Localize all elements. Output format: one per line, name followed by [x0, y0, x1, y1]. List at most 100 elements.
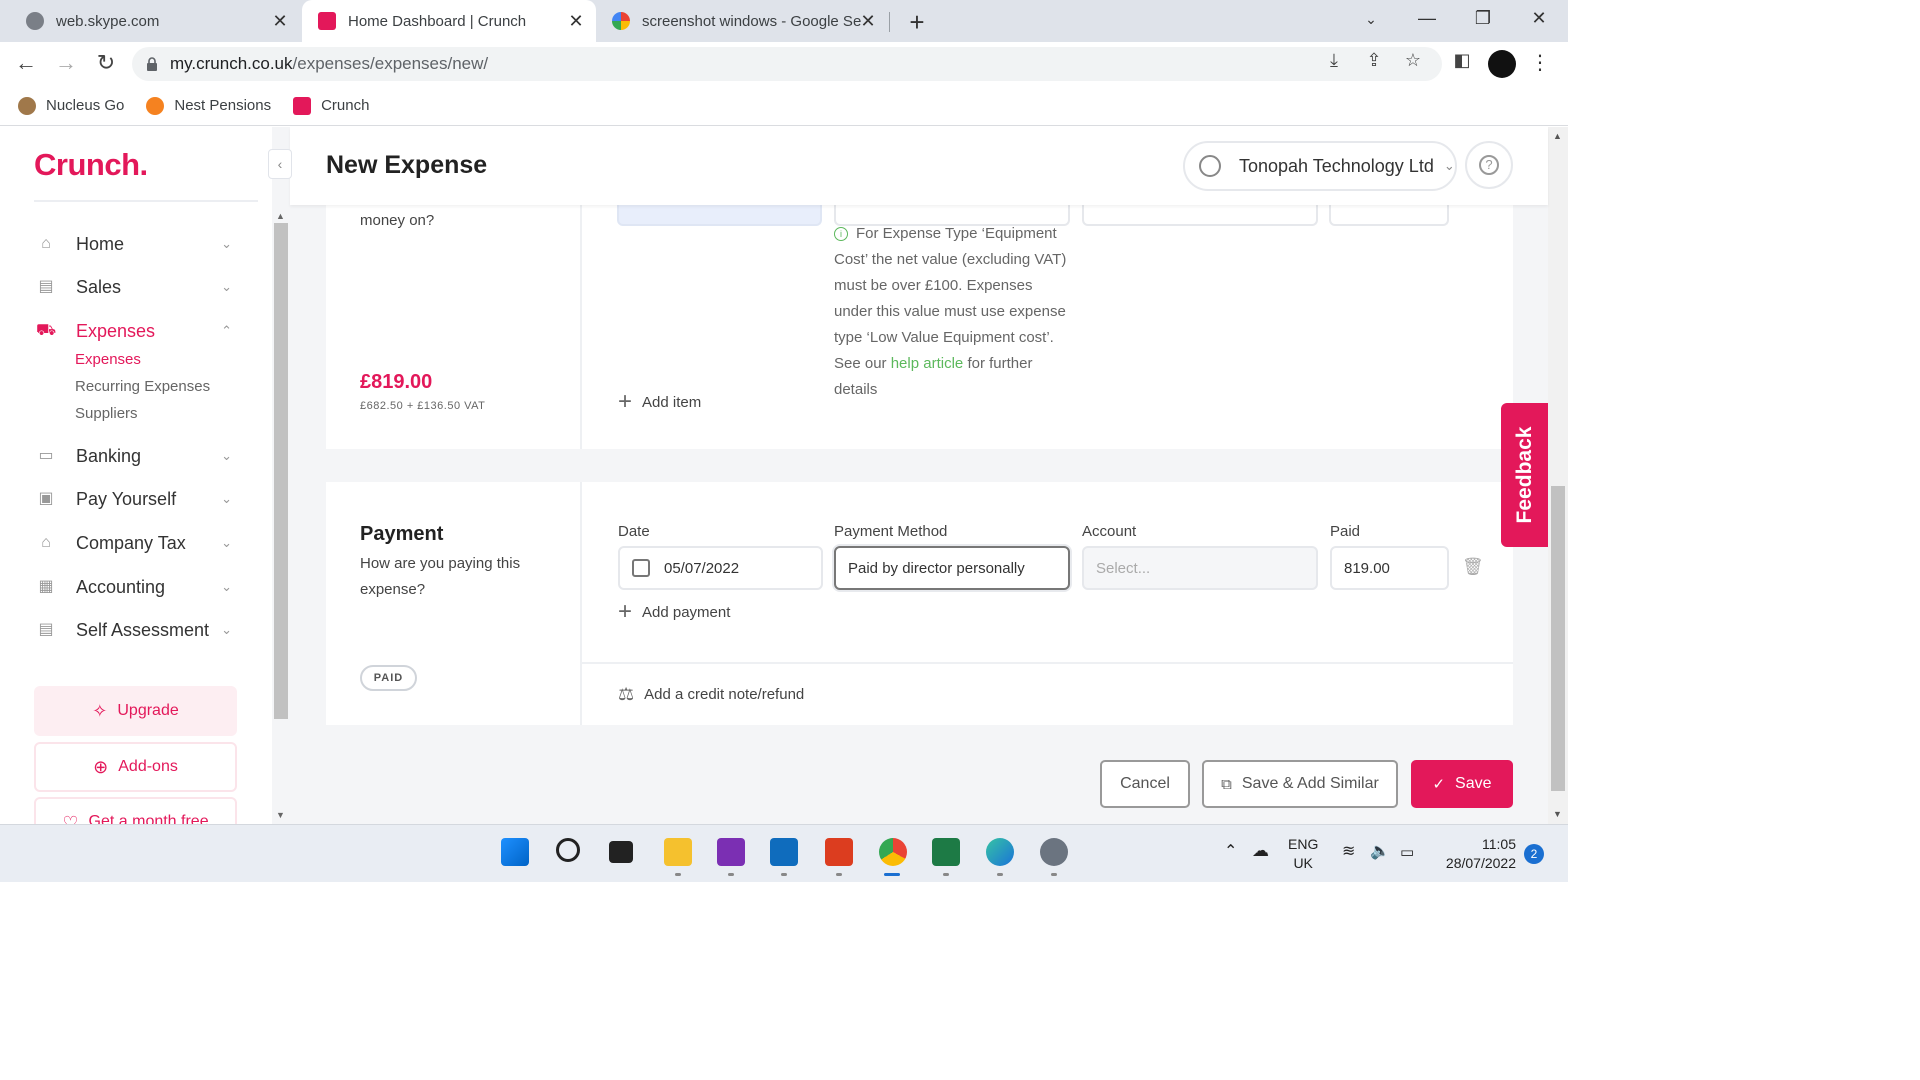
sidebar-item-sales[interactable]: ▤ Sales ⌄	[36, 272, 236, 302]
save-button[interactable]: ✓ Save	[1411, 760, 1513, 808]
browser-tab-google[interactable]: screenshot windows - Google Se ✕	[598, 0, 888, 42]
add-payment-button[interactable]: + Add payment	[618, 598, 730, 626]
month-free-button[interactable]: ♡ Get a month free	[34, 797, 237, 824]
browser-tab-skype[interactable]: web.skype.com ✕	[0, 0, 300, 42]
scroll-up-arrow-icon[interactable]: ▲	[1553, 131, 1562, 141]
onedrive-cloud-icon[interactable]: ☁	[1252, 841, 1269, 860]
chevron-up-icon[interactable]: ⌃	[1224, 842, 1237, 861]
sidebar-item-home[interactable]: ⌂ Home ⌄	[36, 229, 236, 259]
back-arrow-icon[interactable]: ←	[12, 50, 40, 76]
task-view-icon[interactable]	[609, 841, 633, 863]
office-icon[interactable]	[825, 838, 853, 866]
forward-arrow-icon[interactable]: →	[52, 50, 80, 76]
notification-badge[interactable]: 2	[1524, 844, 1544, 864]
settings-gear-icon[interactable]	[1040, 838, 1068, 866]
address-bar[interactable]: my.crunch.co.uk/expenses/expenses/new/	[132, 47, 1442, 81]
scroll-down-arrow-icon[interactable]: ▼	[1553, 809, 1562, 819]
expense-item-field-partial[interactable]	[617, 202, 822, 226]
browser-tab-crunch[interactable]: Home Dashboard | Crunch ✕	[302, 0, 596, 42]
new-tab-plus-icon[interactable]: +	[903, 7, 931, 38]
minimize-icon[interactable]: —	[1412, 8, 1442, 29]
scales-icon: ⚖	[618, 684, 635, 704]
help-button[interactable]: ?	[1465, 141, 1513, 189]
tab-title: web.skype.com	[56, 12, 160, 30]
chevron-down-icon: ⌄	[221, 236, 232, 251]
expense-vat-field-partial[interactable]	[1329, 202, 1449, 226]
file-explorer-icon[interactable]	[664, 838, 692, 866]
chrome-icon[interactable]	[879, 838, 907, 866]
payment-question: How are you paying this expense?	[360, 555, 521, 598]
help-article-link[interactable]: help article	[891, 355, 964, 372]
info-icon: i	[834, 227, 848, 241]
cancel-button[interactable]: Cancel	[1100, 760, 1190, 808]
payment-date-field[interactable]: 05/07/2022	[618, 546, 823, 590]
page-scrollbar[interactable]: ▲ ▼	[1548, 127, 1568, 824]
payment-card: Payment How are you paying this expense?…	[326, 482, 1513, 725]
browser-menu-icon[interactable]: ⋮	[1530, 50, 1550, 75]
sidebar-subitem-suppliers[interactable]: Suppliers	[75, 405, 138, 422]
scroll-down-arrow-icon[interactable]: ▼	[276, 810, 285, 820]
sidebar-subitem-recurring-expenses[interactable]: Recurring Expenses	[75, 378, 210, 395]
sidebar-item-company-tax[interactable]: ⌂ Company Tax ⌄	[36, 528, 236, 558]
account-select[interactable]: Select...	[1082, 546, 1318, 590]
bookmark-nest-pensions[interactable]: Nest Pensions	[146, 96, 271, 115]
card-horizontal-divider	[582, 662, 1513, 664]
windows-start-icon[interactable]	[501, 838, 529, 866]
upgrade-button[interactable]: ✧ Upgrade	[34, 686, 237, 736]
tab-separator	[889, 12, 890, 32]
paid-amount-field[interactable]: 819.00	[1330, 546, 1449, 590]
wifi-icon[interactable]: ≋	[1342, 842, 1355, 861]
card-divider	[580, 482, 582, 725]
bookmark-crunch[interactable]: Crunch	[293, 96, 369, 115]
close-tab-icon[interactable]: ✕	[270, 11, 290, 32]
expense-amount-field-partial[interactable]	[1082, 202, 1318, 226]
close-tab-icon[interactable]: ✕	[566, 11, 586, 32]
sidebar-item-pay-yourself[interactable]: ▣ Pay Yourself ⌄	[36, 484, 236, 514]
crunch-logo[interactable]: Crunch.	[34, 147, 148, 183]
save-add-similar-button[interactable]: ⧉ Save & Add Similar	[1202, 760, 1398, 808]
bookmark-nucleus-go[interactable]: Nucleus Go	[18, 96, 124, 115]
company-selector[interactable]: Tonopah Technology Ltd ⌄	[1183, 141, 1457, 191]
sidebar-subitem-expenses[interactable]: Expenses	[75, 351, 141, 368]
sidebar-scrollbar[interactable]: ▲ ▼	[272, 207, 290, 824]
close-tab-icon[interactable]: ✕	[858, 11, 878, 32]
trash-icon[interactable]: 🗑	[1462, 557, 1484, 577]
language-indicator[interactable]: ENG UK	[1288, 835, 1318, 873]
addons-button[interactable]: ⊕ Add-ons	[34, 742, 237, 792]
sidebar-item-banking[interactable]: ▭ Banking ⌄	[36, 441, 236, 471]
sidebar-item-accounting[interactable]: ▦ Accounting ⌄	[36, 572, 236, 602]
excel-icon[interactable]	[932, 838, 960, 866]
feedback-tab[interactable]: Feedback	[1501, 403, 1548, 547]
add-item-button[interactable]: + Add item	[618, 388, 701, 416]
edge-icon[interactable]	[986, 838, 1014, 866]
add-credit-note-button[interactable]: ⚖ Add a credit note/refund	[618, 684, 804, 705]
clock[interactable]: 11:05 28/07/2022	[1438, 835, 1516, 873]
tab-search-chevron-icon[interactable]: ⌄	[1356, 11, 1386, 28]
sidebar-item-expenses[interactable]: ⛟ Expenses ⌃	[36, 316, 236, 346]
page-scroll-thumb[interactable]	[1551, 486, 1565, 791]
onenote-icon[interactable]	[717, 838, 745, 866]
share-icon[interactable]: ⇪	[1362, 50, 1386, 71]
search-icon[interactable]	[556, 838, 580, 862]
chevron-up-icon: ⌃	[221, 323, 232, 338]
profile-avatar[interactable]	[1488, 50, 1516, 78]
chevron-down-icon: ⌄	[221, 535, 232, 550]
install-app-icon[interactable]: ⤓	[1322, 50, 1346, 71]
bookmark-star-icon[interactable]: ☆	[1401, 50, 1425, 71]
outlook-icon[interactable]	[770, 838, 798, 866]
battery-icon[interactable]: ▭	[1400, 843, 1414, 862]
sidebar-item-self-assessment[interactable]: ▤ Self Assessment ⌄	[36, 615, 236, 645]
date-label: Date	[618, 523, 650, 540]
sidebar-scroll-thumb[interactable]	[274, 223, 288, 719]
payment-method-select[interactable]: Paid by director personally	[834, 546, 1070, 590]
crunch-app: Crunch. ⌂ Home ⌄ ▤ Sales ⌄ ⛟ Expenses ⌃ …	[0, 127, 1568, 824]
reload-icon[interactable]: ↻	[92, 50, 120, 76]
restore-icon[interactable]: ❐	[1468, 8, 1498, 29]
expense-items-card: money on? £819.00 £682.50 + £136.50 VAT …	[326, 187, 1513, 449]
sidebar-collapse-button[interactable]: ‹	[268, 149, 292, 179]
volume-icon[interactable]: 🔈	[1370, 842, 1390, 861]
side-panel-icon[interactable]: ◧	[1450, 50, 1474, 71]
scroll-up-arrow-icon[interactable]: ▲	[276, 211, 285, 221]
active-app-indicator	[884, 873, 900, 876]
close-window-icon[interactable]: ✕	[1524, 8, 1554, 29]
